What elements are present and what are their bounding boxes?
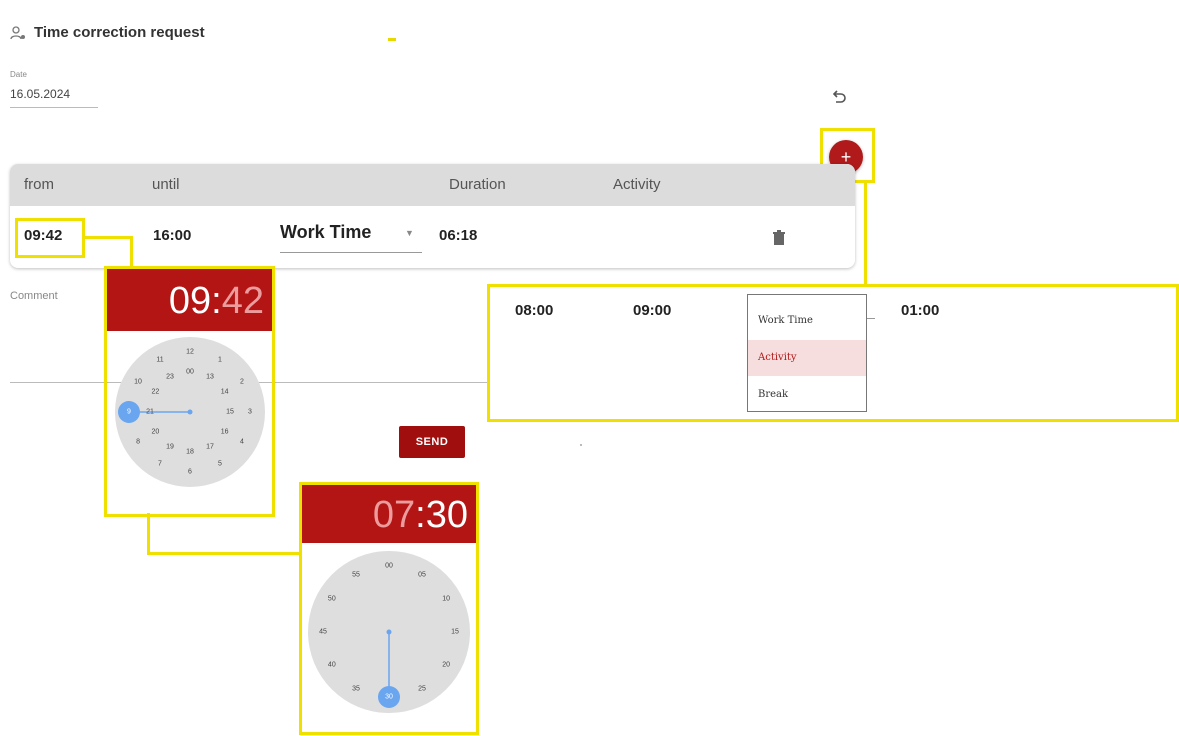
connector-line	[147, 513, 150, 555]
example-until-time[interactable]: 09:00	[633, 302, 671, 319]
hour-tick-17[interactable]: 17	[206, 443, 214, 450]
trash-icon[interactable]	[772, 230, 786, 246]
hour-tick-selected[interactable]: 9	[127, 409, 131, 416]
minute-tick-25[interactable]: 25	[418, 686, 426, 693]
hour-tick-11[interactable]: 11	[156, 357, 163, 364]
minute-clock-face[interactable]: 00 05 10 15 20 25 35 40 45 50 55 30	[308, 551, 470, 713]
clock-hand	[378, 629, 400, 708]
example-duration: 01:00	[901, 302, 940, 319]
minute-tick-35[interactable]: 35	[352, 686, 360, 693]
minute-picker-header: 07:30	[302, 485, 476, 543]
minute-tick-00[interactable]: 00	[385, 563, 393, 570]
menu-item-work-time[interactable]: Work Time	[748, 303, 866, 339]
column-header-until: until	[152, 176, 180, 193]
example-from-time[interactable]: 08:00	[515, 302, 553, 319]
hour-tick-8[interactable]: 8	[136, 439, 140, 446]
comment-label: Comment	[10, 290, 58, 302]
activity-select[interactable]: Work Time ▼	[280, 220, 422, 253]
hour-tick-4[interactable]: 4	[240, 439, 244, 446]
minute-tick-selected[interactable]: 30	[385, 694, 393, 701]
hour-tick-00[interactable]: 00	[186, 369, 194, 376]
hour-tick-3[interactable]: 3	[248, 409, 252, 416]
column-header-activity: Activity	[613, 176, 661, 193]
minute-tick-10[interactable]: 10	[442, 596, 450, 603]
hour-tick-19[interactable]: 19	[166, 443, 174, 450]
duration-value: 06:18	[439, 227, 478, 244]
hour-tick-2[interactable]: 2	[240, 379, 244, 386]
hour-tick-20[interactable]: 20	[151, 429, 159, 436]
person-settings-icon	[10, 26, 25, 40]
activity-menu: Work Time Activity Break	[747, 294, 867, 412]
table-header: from until Duration Activity	[10, 164, 855, 206]
hour-tick-7[interactable]: 7	[158, 460, 162, 467]
menu-item-activity[interactable]: Activity	[748, 340, 866, 376]
connector-line	[85, 236, 133, 239]
minute-tick-05[interactable]: 05	[418, 571, 426, 578]
minute-picker: 07:30 00 05 10 15 20 25 35 40 45 50 55 30	[302, 485, 476, 732]
hour-tick-22[interactable]: 22	[151, 389, 159, 396]
clock-hand	[118, 401, 193, 423]
hour-tick-12[interactable]: 12	[186, 349, 194, 356]
from-time-highlight	[15, 218, 85, 258]
time-separator: :	[415, 494, 426, 536]
connector-line	[130, 236, 133, 269]
time-separator: :	[211, 280, 222, 322]
hour-tick-21[interactable]: 21	[146, 409, 154, 416]
activity-select-value: Work Time	[280, 222, 372, 242]
minute-tick-15[interactable]: 15	[451, 629, 459, 636]
highlight-mark	[388, 38, 396, 41]
page-title: Time correction request	[34, 24, 205, 41]
connector-line	[864, 182, 867, 286]
minute-tick-45[interactable]: 45	[319, 629, 327, 636]
date-label: Date	[10, 70, 27, 79]
chevron-down-icon: ▼	[405, 228, 414, 238]
select-arrow-remnant	[866, 318, 875, 319]
decorative-dot	[580, 444, 582, 446]
hour-tick-18[interactable]: 18	[186, 449, 194, 456]
hour-tick-15[interactable]: 15	[226, 409, 234, 416]
hours-display[interactable]: 07	[373, 494, 415, 536]
minute-tick-20[interactable]: 20	[442, 662, 450, 669]
column-header-from: from	[24, 176, 54, 193]
hour-tick-5[interactable]: 5	[218, 460, 222, 467]
time-table: from until Duration Activity 09:42 16:00…	[10, 164, 855, 268]
hour-picker: 09:42 12 1 2 3 4 5 6 7 8 10 11 00 13 14 15 16 17 18 19 20 21…	[107, 269, 272, 514]
hour-tick-13[interactable]: 13	[206, 374, 214, 381]
hour-tick-10[interactable]: 10	[134, 379, 142, 386]
minutes-display[interactable]: 42	[222, 280, 264, 322]
date-field[interactable]: 16.05.2024	[10, 87, 70, 101]
menu-item-break[interactable]: Break	[748, 377, 866, 413]
hour-tick-6[interactable]: 6	[188, 469, 192, 476]
minute-tick-40[interactable]: 40	[328, 662, 336, 669]
connector-line	[147, 552, 299, 555]
send-button[interactable]: SEND	[399, 426, 465, 458]
column-header-duration: Duration	[449, 176, 506, 193]
date-underline	[10, 107, 98, 108]
until-time-field[interactable]: 16:00	[153, 227, 191, 244]
hour-tick-16[interactable]: 16	[221, 429, 229, 436]
hour-tick-1[interactable]: 1	[218, 357, 222, 364]
minute-tick-50[interactable]: 50	[328, 596, 336, 603]
minutes-display[interactable]: 30	[426, 494, 468, 536]
hours-display[interactable]: 09	[169, 280, 211, 322]
hour-picker-header: 09:42	[107, 269, 272, 331]
hour-clock-face[interactable]: 12 1 2 3 4 5 6 7 8 10 11 00 13 14 15 16 17 18 19 20 21 22 23 9	[115, 337, 265, 487]
hour-tick-23[interactable]: 23	[166, 374, 174, 381]
undo-icon[interactable]	[830, 88, 848, 106]
minute-tick-55[interactable]: 55	[352, 571, 360, 578]
hour-tick-14[interactable]: 14	[221, 389, 229, 396]
